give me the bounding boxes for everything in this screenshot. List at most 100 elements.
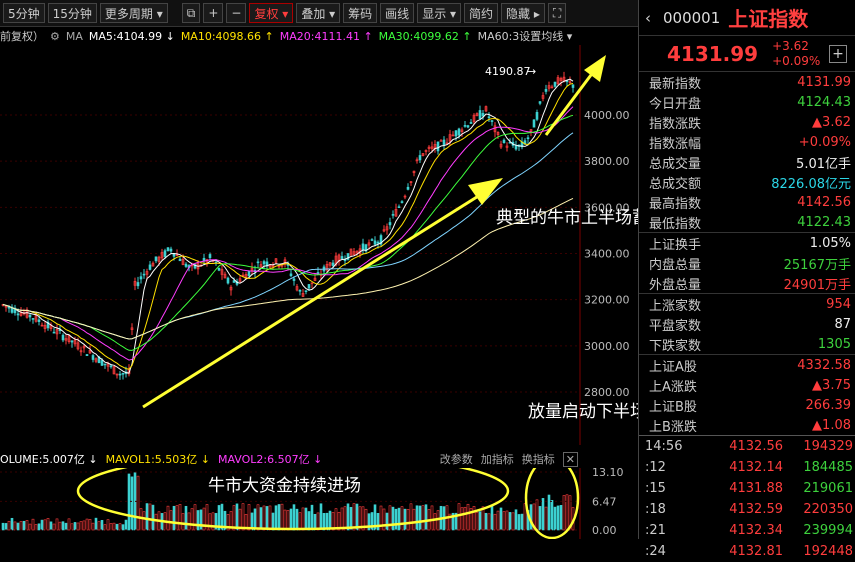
toolbar-button[interactable]: ⧉ (181, 3, 201, 23)
toolbar-button[interactable]: 叠加 ▾ (296, 3, 341, 23)
volume-bar (547, 494, 551, 531)
tick-price: 4132.59 (729, 502, 783, 517)
candle-body (148, 264, 152, 270)
volume-bar (100, 520, 104, 531)
candle-body (226, 277, 230, 284)
toolbar-button[interactable]: 5分钟 (3, 3, 45, 23)
quote-price-block: 4131.99 +3.62 +0.09% + (639, 36, 855, 72)
candle-body (100, 360, 104, 366)
prev-arrow-icon[interactable]: ‹ (645, 9, 651, 27)
volume-bar (460, 507, 464, 531)
candle-body (304, 290, 308, 292)
ma60-value[interactable]: MA60:3设置均线 ▾ (478, 28, 573, 44)
candle-body (514, 145, 518, 150)
tick-volume: 194329 (803, 439, 853, 454)
candle-body (418, 155, 422, 161)
quote-row-value: 4332.58 (797, 357, 851, 373)
tick-row: :12 4132.14 184485 (639, 457, 855, 478)
price-axis-label: 3800.00 (584, 155, 630, 168)
settings-icon[interactable]: ⚙ (50, 30, 60, 43)
volume-bar (286, 510, 290, 531)
volume-bar (271, 512, 275, 531)
ma30-value: MA30:4099.62 ↑ (378, 29, 472, 43)
edit-params-button[interactable]: 改参数 (440, 451, 473, 467)
volume-bar (307, 511, 311, 531)
volume-bar (130, 476, 134, 531)
candle-body (298, 290, 302, 292)
quote-row-value: 4124.43 (797, 94, 851, 110)
tick-time: :21 (645, 523, 666, 538)
toolbar-button[interactable]: 画线 (380, 3, 415, 23)
switch-indicator-button[interactable]: 换指标 (522, 451, 555, 467)
candle-body (61, 334, 65, 341)
tick-time: 14:56 (645, 439, 683, 454)
volume-chart[interactable]: 13.10 6.47 0.00 牛市大资金持续进场 (0, 451, 638, 540)
candle-body (169, 248, 173, 252)
volume-bar (247, 504, 251, 531)
ma-lines (2, 78, 574, 374)
volume-bar (277, 504, 281, 531)
toolbar-button[interactable]: 15分钟 (47, 3, 97, 23)
candle-body (289, 273, 293, 277)
toolbar-button[interactable]: 隐藏 ▸ (501, 3, 545, 23)
candle-body (136, 282, 140, 287)
volume-bar (142, 511, 146, 531)
toolbar-button[interactable]: 显示 ▾ (417, 3, 462, 23)
toolbar-button[interactable]: 筹码 (343, 3, 378, 23)
add-indicator-button[interactable]: 加指标 (481, 451, 514, 467)
volume-bar (58, 521, 62, 531)
volume-bar (199, 509, 203, 531)
volume-bar (418, 505, 422, 531)
candle-body (31, 318, 35, 320)
volume-bar (115, 523, 119, 531)
tick-row: :15 4131.88 219061 (639, 478, 855, 499)
price-axis: 4000.003800.003600.003400.003200.003000.… (584, 109, 630, 399)
tick-volume: 239994 (803, 523, 853, 538)
adjust-mode-label[interactable]: 前复权） (0, 28, 44, 44)
kline-chart[interactable]: 4000.00 3800.00 3600.00 3400.00 3200.00 3000.… (0, 45, 700, 445)
volume-bar (61, 521, 65, 531)
quote-row-value: +0.09% (798, 134, 851, 150)
candle-body (208, 254, 212, 258)
change-percent: +0.09% (772, 53, 821, 68)
quote-row-value: 266.39 (805, 397, 852, 413)
quote-row-value: 954 (826, 296, 851, 312)
volume-bar (535, 499, 539, 531)
toolbar-button[interactable]: − (226, 3, 247, 23)
volume-bar (538, 506, 542, 531)
high-arrow: → (527, 65, 536, 78)
volume-bar (457, 503, 461, 531)
quote-row-value: ▲3.75 (812, 377, 851, 393)
volume-bar (169, 510, 173, 531)
quote-row: 上证A股 4332.58 (639, 355, 855, 375)
kline-svg[interactable]: 4000.003800.003600.003400.003200.003000.… (0, 45, 638, 445)
last-price: 4131.99 (667, 41, 759, 66)
volume-bar (490, 504, 494, 531)
volume-bar (430, 505, 434, 531)
toolbar-button[interactable]: 复权 ▾ (249, 3, 294, 23)
candle-body (340, 256, 344, 259)
tick-price: 4132.34 (729, 523, 783, 538)
volume-bar (196, 510, 200, 531)
candle-body (85, 354, 89, 357)
tick-list[interactable]: 14:56 4132.56 194329:12 4132.14 184485:15 413… (639, 436, 855, 562)
toolbar-button[interactable]: + (203, 3, 224, 23)
change-value: +3.62 (772, 38, 809, 53)
tick-time: :18 (645, 502, 666, 517)
quote-row-value: 25167万手 (783, 257, 851, 273)
quote-row-value: 4131.99 (797, 74, 851, 90)
quote-rows-turnover: 上证换手 1.05% 内盘总量 25167万手 外盘总量 24901万手 (639, 233, 855, 293)
volume-bar (118, 523, 122, 531)
volume-bar (232, 505, 236, 531)
add-watchlist-button[interactable]: + (829, 45, 847, 63)
candle-body (163, 250, 167, 258)
tick-volume: 220350 (803, 502, 853, 517)
volume-bar (376, 512, 380, 531)
close-icon[interactable]: ✕ (562, 451, 578, 467)
volume-bar (4, 523, 8, 531)
quote-row-label: 下跌家数 (649, 338, 702, 354)
toolbar-button[interactable]: 简约 (464, 3, 499, 23)
quote-row: 指数涨幅 +0.09% (639, 132, 855, 152)
toolbar-button[interactable]: ⛶ (547, 3, 567, 23)
toolbar-button[interactable]: 更多周期 ▾ (99, 3, 168, 23)
